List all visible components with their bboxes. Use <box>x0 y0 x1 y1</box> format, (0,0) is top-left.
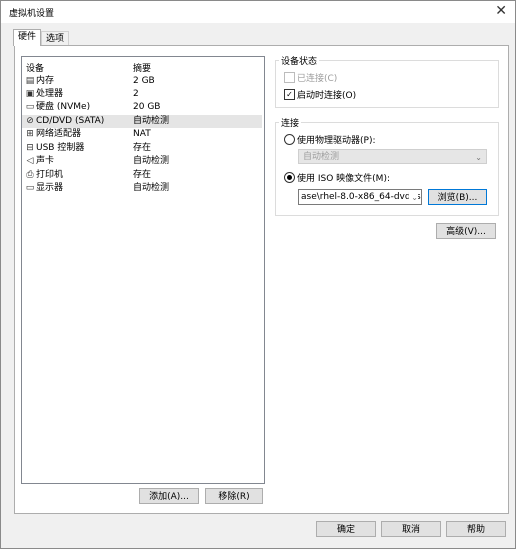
iso-image-radio[interactable] <box>284 172 295 183</box>
device-summary: 自动检测 <box>133 116 170 126</box>
iso-path-input[interactable]: ase\rhel-8.0-x86_64-dvd.iso ⌄ <box>298 189 422 205</box>
printer-icon: ⎙ <box>26 170 34 180</box>
physical-drive-radio[interactable] <box>284 134 295 145</box>
device-row-cd-dvd[interactable]: ⊘ CD/DVD (SATA) 自动检测 <box>22 115 262 128</box>
cd-dvd-icon: ⊘ <box>26 116 34 126</box>
device-summary: 2 <box>133 89 139 99</box>
device-row-harddisk[interactable]: ▭ 硬盘 (NVMe) 20 GB <box>22 101 262 114</box>
tab-options[interactable]: 选项 <box>41 31 70 46</box>
close-icon[interactable]: ✕ <box>495 3 507 19</box>
sound-card-icon: ◁ <box>26 156 34 166</box>
column-header-summary[interactable]: 摘要 <box>133 61 151 74</box>
connect-on-power-checkbox[interactable]: ✓ <box>284 89 295 100</box>
device-summary: 存在 <box>133 143 152 153</box>
device-name: 处理器 <box>36 89 64 99</box>
harddisk-icon: ▭ <box>25 102 35 112</box>
device-name: USB 控制器 <box>36 143 85 153</box>
device-name: 声卡 <box>36 156 55 166</box>
device-summary: 2 GB <box>133 76 155 86</box>
device-name: 打印机 <box>36 170 64 180</box>
device-summary: 自动检测 <box>133 183 170 193</box>
connect-on-power-label: 启动时连接(O) <box>297 91 357 101</box>
connection-label: 连接 <box>279 116 302 129</box>
device-status-label: 设备状态 <box>279 54 320 67</box>
cpu-icon: ▣ <box>25 89 35 99</box>
device-summary: 存在 <box>133 170 152 180</box>
device-row-memory[interactable]: ▤ 内存 2 GB <box>22 75 262 88</box>
physical-drive-select[interactable]: 自动检测 ⌄ <box>298 149 487 164</box>
window-title: 虚拟机设置 <box>9 9 55 19</box>
device-name: 网络适配器 <box>36 129 82 139</box>
title-bar: 虚拟机设置 ✕ <box>1 1 515 23</box>
device-row-monitor[interactable]: ▭ 显示器 自动检测 <box>22 182 262 195</box>
ok-button[interactable]: 确定 <box>316 521 376 537</box>
device-name: 显示器 <box>36 183 64 193</box>
device-row-sound-card[interactable]: ◁ 声卡 自动检测 <box>22 155 262 168</box>
add-device-button[interactable]: 添加(A)... <box>139 488 199 504</box>
cancel-button[interactable]: 取消 <box>381 521 441 537</box>
browse-button[interactable]: 浏览(B)... <box>428 189 487 205</box>
connected-checkbox[interactable] <box>284 72 295 83</box>
network-adapter-icon: ⊞ <box>26 129 34 139</box>
device-row-network-adapter[interactable]: ⊞ 网络适配器 NAT <box>22 128 262 141</box>
physical-drive-label: 使用物理驱动器(P): <box>297 136 376 146</box>
chevron-down-icon: ⌄ <box>475 153 482 162</box>
device-row-usb-controller[interactable]: ⊟ USB 控制器 存在 <box>22 142 262 155</box>
iso-path-value: ase\rhel-8.0-x86_64-dvd.iso <box>301 192 422 202</box>
connected-label: 已连接(C) <box>297 74 338 84</box>
remove-device-button[interactable]: 移除(R) <box>205 488 263 504</box>
monitor-icon: ▭ <box>25 183 35 193</box>
device-name: CD/DVD (SATA) <box>36 116 105 126</box>
chevron-down-icon: ⌄ <box>409 191 418 204</box>
advanced-button[interactable]: 高级(V)... <box>436 223 496 239</box>
device-name: 内存 <box>36 76 55 86</box>
physical-drive-value: 自动检测 <box>303 152 340 162</box>
usb-icon: ⊟ <box>26 143 34 153</box>
help-button[interactable]: 帮助 <box>446 521 506 537</box>
device-summary: 20 GB <box>133 102 161 112</box>
device-row-printer[interactable]: ⎙ 打印机 存在 <box>22 169 262 182</box>
device-summary: 自动检测 <box>133 156 170 166</box>
column-header-device[interactable]: 设备 <box>26 61 44 74</box>
device-list[interactable]: 设备 摘要 ▤ 内存 2 GB ▣ 处理器 2 ▭ 硬盘 (NVMe) 20 G… <box>21 56 265 484</box>
device-row-processor[interactable]: ▣ 处理器 2 <box>22 88 262 101</box>
memory-icon: ▤ <box>25 76 35 86</box>
iso-image-label: 使用 ISO 映像文件(M): <box>297 174 390 184</box>
device-name: 硬盘 (NVMe) <box>36 102 91 112</box>
vm-settings-dialog: 虚拟机设置 ✕ 硬件 选项 设备 摘要 ▤ 内存 2 GB ▣ 处理器 2 ▭ … <box>0 0 516 549</box>
tab-hardware[interactable]: 硬件 <box>13 29 42 46</box>
device-summary: NAT <box>133 129 151 139</box>
